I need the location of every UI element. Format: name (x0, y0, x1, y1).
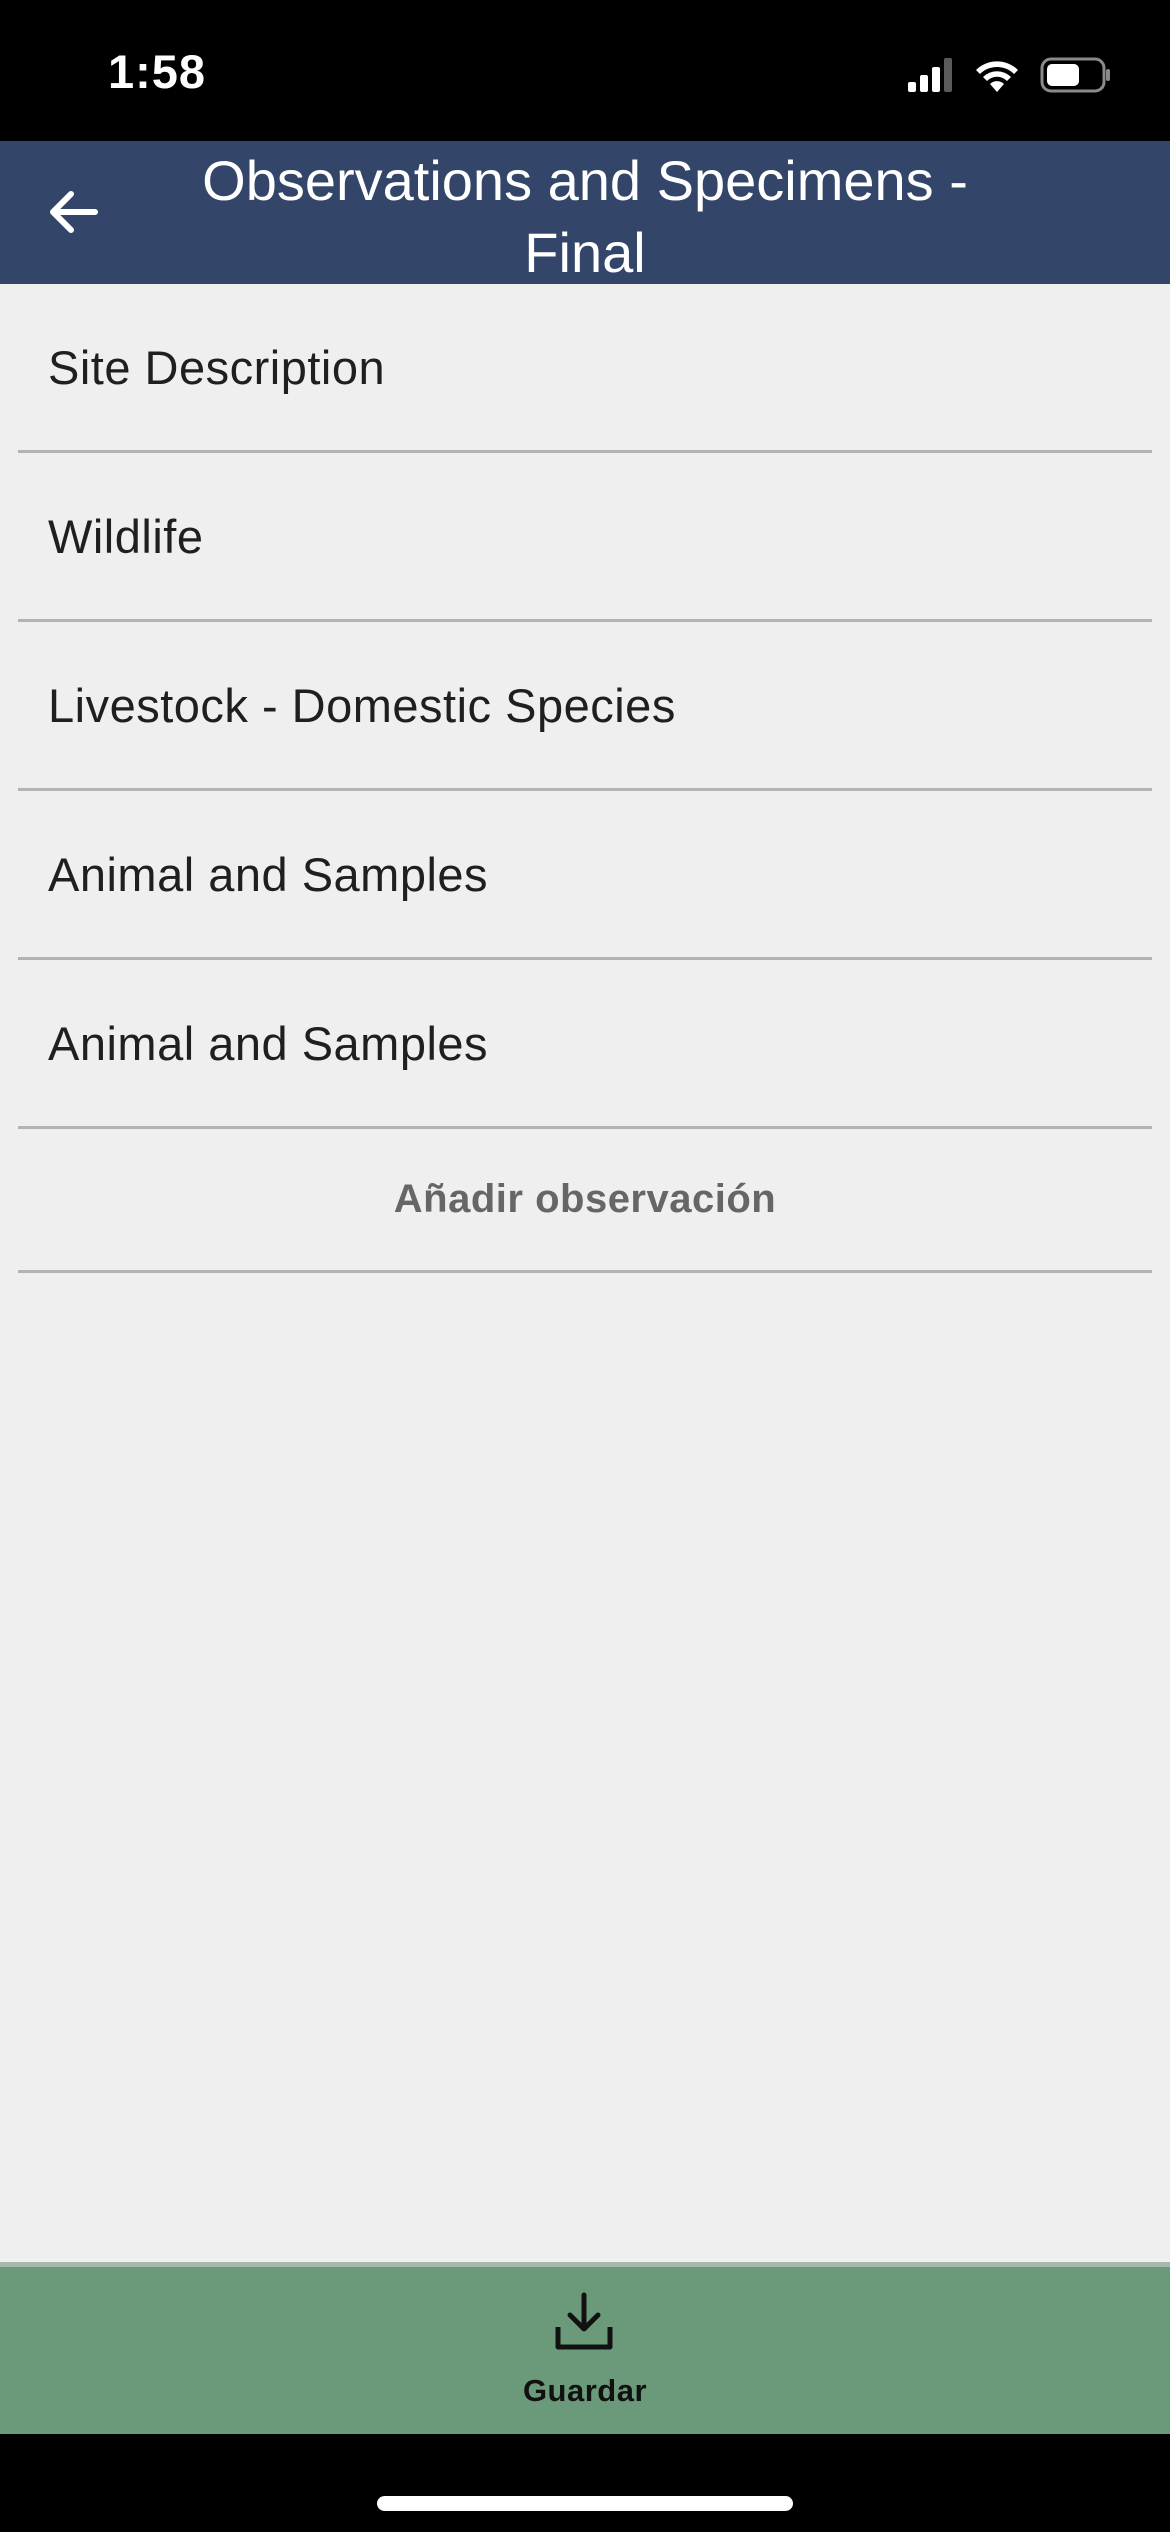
back-button[interactable] (30, 169, 116, 255)
download-tray-icon (555, 2292, 613, 2350)
battery-icon (1040, 57, 1110, 93)
list-item-label: Site Description (48, 340, 386, 394)
list-item-label: Livestock - Domestic Species (48, 678, 676, 732)
list-item[interactable]: Animal and Samples (18, 791, 1152, 960)
home-indicator[interactable] (377, 2496, 793, 2511)
status-time: 1:58 (108, 45, 207, 98)
list-item[interactable]: Site Description (18, 284, 1152, 453)
list-item[interactable]: Livestock - Domestic Species (18, 622, 1152, 791)
app-screen: 1:58 Observations and Specimens - Final … (0, 0, 1170, 2532)
list-item-label: Animal and Samples (48, 847, 489, 901)
save-button[interactable]: Guardar (0, 2262, 1170, 2434)
status-bar: 1:58 (0, 0, 1170, 141)
add-observation-button[interactable]: Añadir observación (18, 1129, 1152, 1273)
home-indicator-area (0, 2434, 1170, 2532)
list-item[interactable]: Animal and Samples (18, 960, 1152, 1129)
add-observation-label: Añadir observación (393, 1177, 777, 1221)
cellular-signal-icon (908, 58, 952, 92)
arrow-left-icon (50, 191, 98, 233)
observation-list: Site Description Wildlife Livestock - Do… (0, 284, 1170, 1273)
list-item[interactable]: Wildlife (18, 453, 1152, 622)
list-item-label: Animal and Samples (48, 1016, 489, 1070)
list-item-label: Wildlife (48, 509, 204, 563)
save-label: Guardar (522, 2373, 648, 2408)
page-title: Observations and Specimens - Final (202, 149, 968, 284)
status-icons (908, 50, 1112, 100)
wifi-icon (976, 61, 1018, 92)
app-header: Observations and Specimens - Final (0, 141, 1170, 284)
